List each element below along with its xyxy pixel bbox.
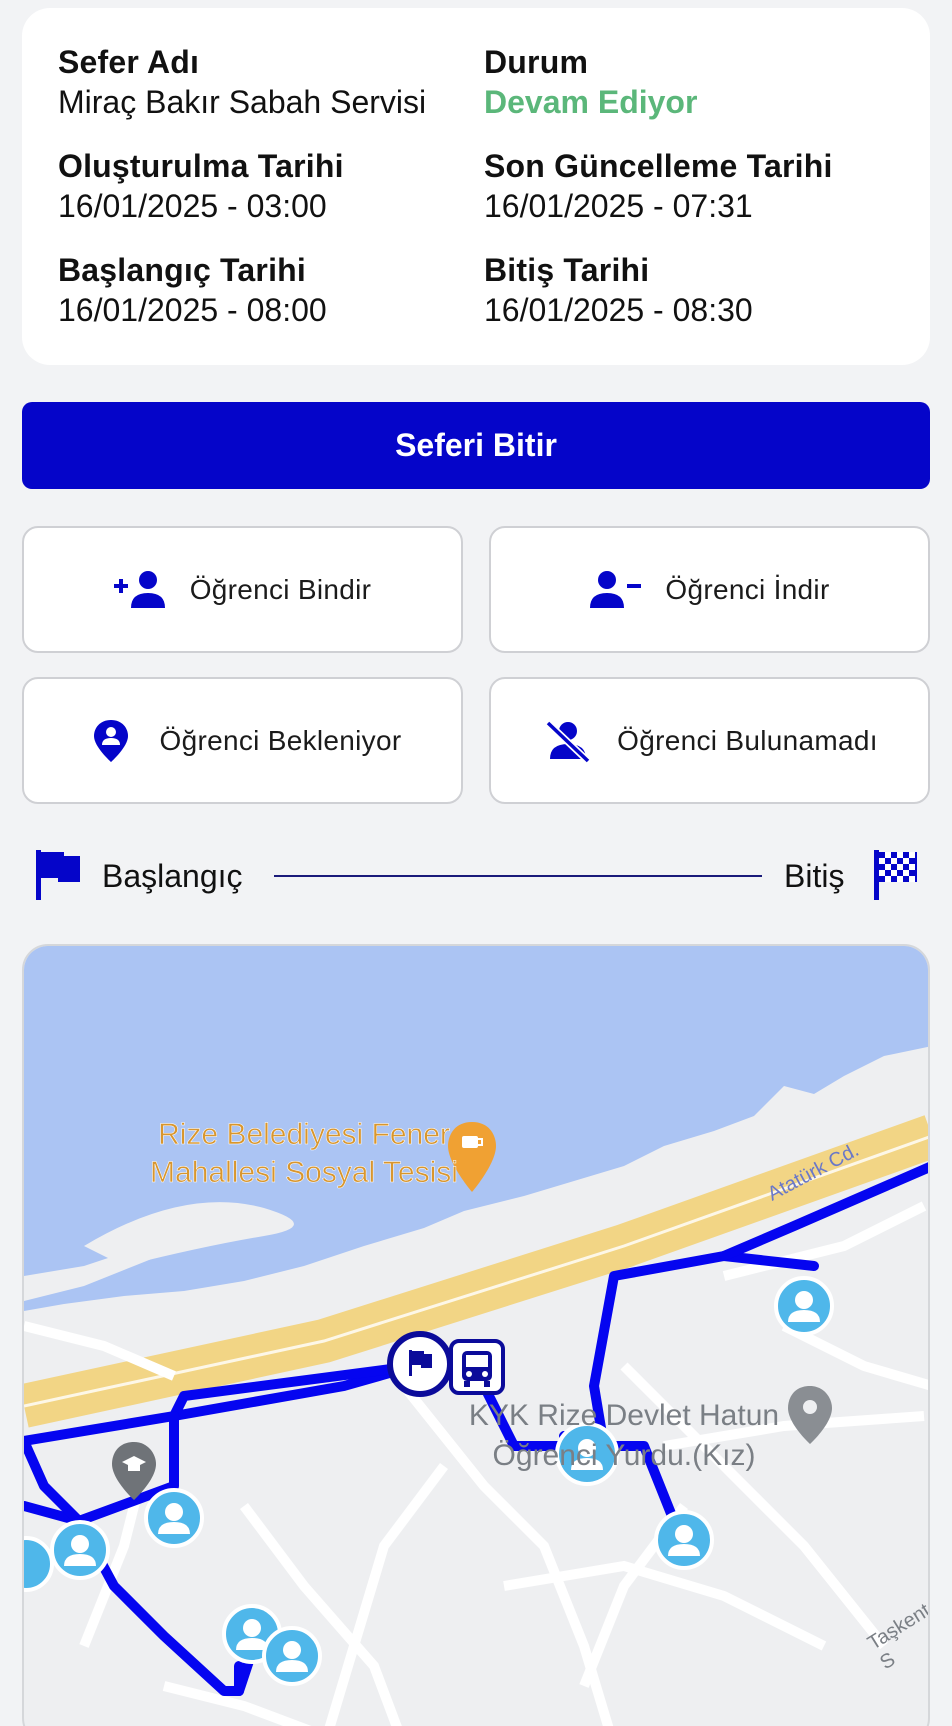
student-waiting-button[interactable]: Öğrenci Bekleniyor [22, 677, 463, 804]
route-end-label: Bitiş [784, 858, 845, 894]
poi-label-line2: Mahallesi Sosyal Tesisi [150, 1156, 458, 1190]
student-not-found-button[interactable]: Öğrenci Bulunamadı [489, 677, 930, 804]
drop-student-label: Öğrenci İndir [665, 573, 830, 605]
person-remove-icon [589, 568, 643, 612]
trip-name-field: Sefer Adı Miraç Bakır Sabah Servisi [58, 44, 478, 122]
created-date-value: 16/01/2025 - 03:00 [58, 188, 327, 224]
person-add-icon [113, 568, 168, 612]
dorm-label-line1: KYK Rize Devlet Hatun [468, 1399, 780, 1432]
end-date-field: Bitiş Tarihi 16/01/2025 - 08:30 [484, 252, 904, 330]
student-waiting-label: Öğrenci Bekleniyor [159, 724, 402, 756]
route-legend: Başlangıç Bitiş [22, 848, 930, 904]
updated-date-label: Son Güncelleme Tarihi [484, 148, 833, 184]
person-off-icon [541, 719, 595, 763]
map-pin-person-icon [84, 719, 138, 763]
board-student-button[interactable]: Öğrenci Bindir [22, 526, 463, 653]
trip-status-label: Durum [484, 44, 589, 80]
poi-label-line1: Rize Belediyesi Fener [158, 1118, 450, 1152]
route-line [274, 875, 762, 877]
trip-status-field: Durum Devam Ediyor [484, 44, 904, 122]
end-date-value: 16/01/2025 - 08:30 [484, 292, 753, 328]
checkered-flag-icon [872, 848, 920, 907]
end-date-label: Bitiş Tarihi [484, 252, 650, 288]
trip-info-card: Sefer Adı Miraç Bakır Sabah Servisi Duru… [22, 8, 930, 365]
finish-trip-button[interactable]: Seferi Bitir [22, 402, 930, 489]
updated-date-value: 16/01/2025 - 07:31 [484, 188, 753, 224]
drop-student-button[interactable]: Öğrenci İndir [489, 526, 930, 653]
poi-label: Rize Belediyesi Fener Mahallesi Sosyal T… [104, 1116, 504, 1192]
bus-icon [449, 1339, 505, 1395]
student-not-found-label: Öğrenci Bulunamadı [617, 724, 878, 756]
board-student-label: Öğrenci Bindir [189, 573, 372, 605]
dorm-label-line2: Öğrenci Yurdu.(Kız) [492, 1439, 756, 1472]
trip-name-value: Miraç Bakır Sabah Servisi [58, 84, 427, 120]
created-date-label: Oluşturulma Tarihi [58, 148, 344, 184]
flag-icon [34, 848, 82, 907]
dorm-label: KYK Rize Devlet Hatun Öğrenci Yurdu.(Kız… [444, 1396, 804, 1476]
start-date-field: Başlangıç Tarihi 16/01/2025 - 08:00 [58, 252, 478, 330]
updated-date-field: Son Güncelleme Tarihi 16/01/2025 - 07:31 [484, 148, 904, 226]
start-date-value: 16/01/2025 - 08:00 [58, 292, 327, 328]
trip-status-value: Devam Ediyor [484, 84, 698, 120]
start-date-label: Başlangıç Tarihi [58, 252, 307, 288]
start-marker [387, 1331, 453, 1397]
created-date-field: Oluşturulma Tarihi 16/01/2025 - 03:00 [58, 148, 478, 226]
route-start-label: Başlangıç [102, 858, 243, 894]
route-map[interactable]: Rize Belediyesi Fener Mahallesi Sosyal T… [22, 944, 930, 1726]
trip-name-label: Sefer Adı [58, 44, 200, 80]
